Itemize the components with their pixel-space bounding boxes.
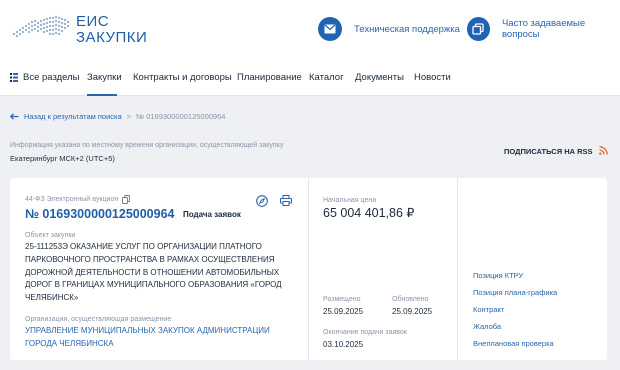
copy-icon[interactable]: [122, 195, 131, 204]
nav-procurement[interactable]: Закупки: [87, 72, 122, 83]
russia-map-logo-icon: [12, 15, 70, 38]
contract-link[interactable]: Контракт: [473, 305, 504, 314]
initial-price: 65 004 401,86 ₽: [323, 206, 415, 220]
print-icon[interactable]: [280, 195, 292, 206]
eis-logo[interactable]: ЕИС ЗАКУПКИ: [10, 12, 147, 46]
menu-icon: [10, 73, 18, 82]
card-divider: [308, 178, 309, 360]
procurement-type-label: 44-ФЗ Электронный аукцион: [25, 196, 119, 203]
organization-label: Организация, осуществляющая размещение: [25, 316, 172, 323]
ktru-position-link[interactable]: Позиция КТРУ: [473, 271, 523, 280]
rss-icon[interactable]: [599, 146, 608, 155]
updated-label: Обновлено: [392, 296, 429, 303]
rss-subscribe-link[interactable]: ПОДПИСАТЬСЯ НА RSS: [504, 147, 593, 156]
complaint-link[interactable]: Жалоба: [473, 322, 501, 331]
main-nav: Все разделы Закупки Контракты и договоры…: [0, 58, 620, 96]
updated-date-block: Обновлено 25.09.2025: [392, 296, 432, 316]
object-description: 25-111253Э ОКАЗАНИЕ УСЛУГ ПО ОРГАНИЗАЦИИ…: [25, 242, 282, 303]
faq-button[interactable]: Часто задаваемые вопросы: [467, 16, 620, 42]
compass-icon[interactable]: [256, 195, 268, 207]
windows-icon: [467, 17, 490, 41]
procurement-number[interactable]: № 0169300000125000964: [25, 207, 175, 221]
posted-label: Размещено: [323, 296, 361, 303]
timezone-value: Екатеринбург МСК+2 (UTC+5): [10, 154, 115, 163]
timezone-note: Информация указана по местному времени о…: [10, 142, 284, 149]
procurement-type: 44-ФЗ Электронный аукцион: [25, 195, 131, 204]
breadcrumb-current: № 0169300000125000964: [136, 112, 226, 121]
posted-date: 25.09.2025: [323, 307, 364, 316]
breadcrumb: Назад к результатам поиска > № 016930000…: [10, 112, 225, 121]
faq-label: Часто задаваемые вопросы: [501, 18, 586, 40]
deadline-date-block: Окончание подачи заявок 03.10.2025: [323, 329, 407, 349]
nav-catalog[interactable]: Каталог: [309, 72, 344, 83]
posted-date-block: Размещено 25.09.2025: [323, 296, 363, 316]
site-header: ЕИС ЗАКУПКИ Техническая поддержка Часто …: [0, 0, 620, 58]
organization-link[interactable]: УПРАВЛЕНИЕ МУНИЦИПАЛЬНЫХ ЗАКУПОК АДМИНИС…: [25, 325, 295, 351]
nav-documents[interactable]: Документы: [355, 72, 404, 83]
nav-all-sections[interactable]: Все разделы: [10, 72, 80, 83]
support-button[interactable]: Техническая поддержка: [318, 16, 460, 42]
price-label: Начальная цена: [323, 197, 377, 204]
mail-icon: [318, 17, 342, 41]
nav-active-indicator: [87, 94, 117, 96]
plan-schedule-link[interactable]: Позиция плана-графика: [473, 288, 557, 297]
logo-line-1: ЕИС: [76, 13, 110, 30]
procurement-card: 44-ФЗ Электронный аукцион № 016930000012…: [10, 178, 607, 360]
support-label: Техническая поддержка: [354, 23, 460, 35]
nav-planning[interactable]: Планирование: [237, 72, 302, 83]
nav-all-sections-label: Все разделы: [23, 72, 80, 83]
unscheduled-inspection-link[interactable]: Внеплановая проверка: [473, 339, 554, 348]
nav-news[interactable]: Новости: [414, 72, 451, 83]
breadcrumb-separator: >: [126, 112, 132, 121]
nav-contracts[interactable]: Контракты и договоры: [133, 72, 232, 83]
object-label: Объект закупки: [25, 232, 76, 239]
status-badge: Подача заявок: [183, 210, 241, 219]
deadline-date: 03.10.2025: [323, 340, 364, 349]
card-divider: [457, 178, 458, 360]
back-to-results-link[interactable]: Назад к результатам поиска: [24, 112, 122, 121]
arrow-left-icon[interactable]: [10, 113, 19, 120]
updated-date: 25.09.2025: [392, 307, 433, 316]
deadline-label: Окончание подачи заявок: [323, 329, 407, 336]
logo-line-2: ЗАКУПКИ: [76, 29, 148, 46]
